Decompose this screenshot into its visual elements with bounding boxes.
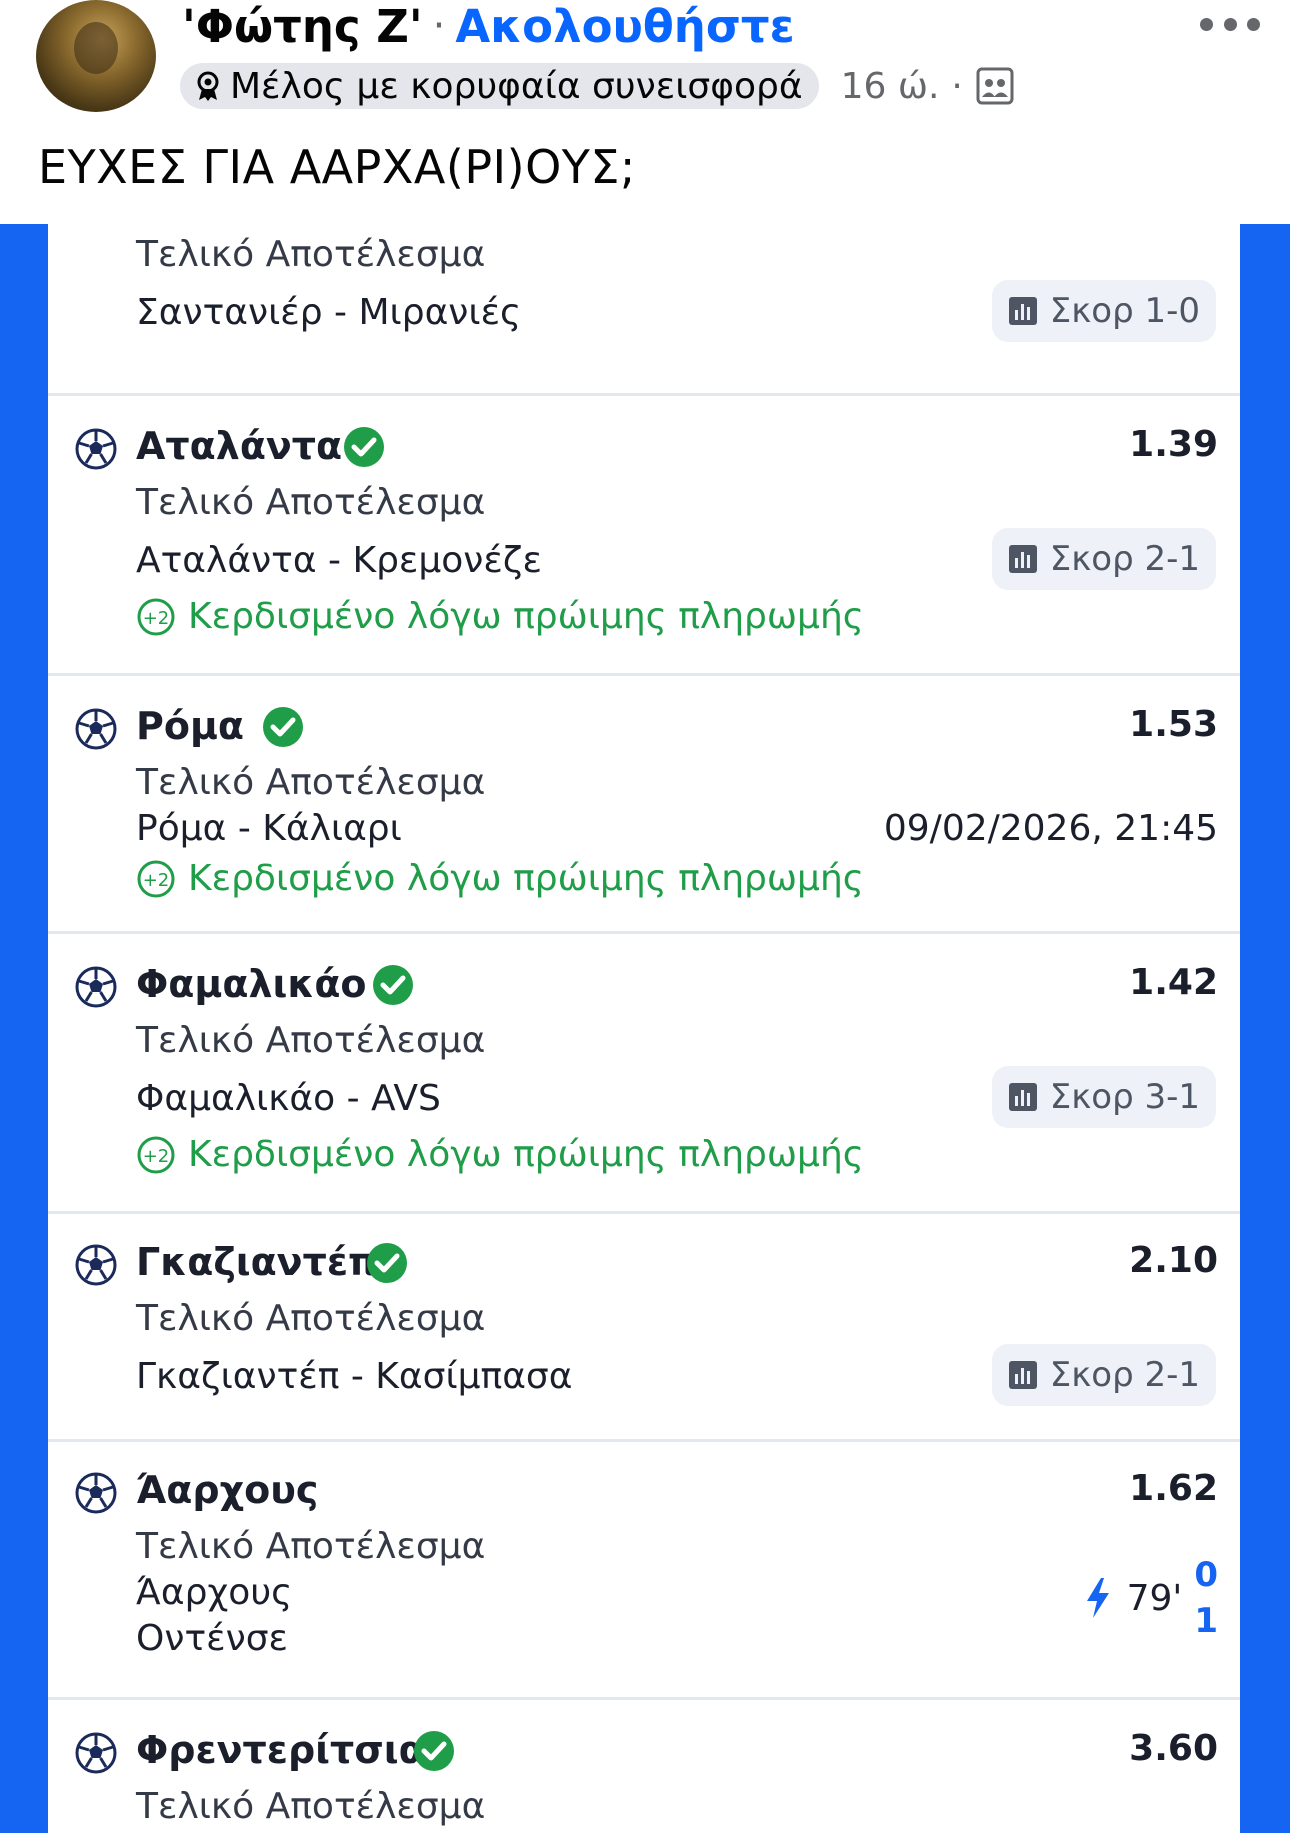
away-score: 1: [1194, 1601, 1218, 1641]
bet-market: Τελικό Αποτέλεσμα: [136, 482, 486, 523]
group-audience-icon: [976, 67, 1014, 105]
early-payout-label: Κερδισμένο λόγω πρώιμης πληρωμής: [188, 1134, 864, 1175]
score-label: Σκορ 1-0: [1049, 291, 1200, 331]
bet-match: Σαντανιέρ - Μιρανιές: [136, 292, 522, 333]
live-minute: 79': [1126, 1577, 1183, 1619]
won-check-icon: [414, 1731, 454, 1771]
post-header: 'Φώτης Ζ' · Ακολουθήστε Μέλος με κορυφαί…: [0, 0, 1290, 224]
live-status: 79' 0 1: [1085, 1552, 1218, 1644]
bet-row-live[interactable]: Άαρχους 1.62 Τελικό Αποτέλεσμα Άαρχους Ο…: [48, 1442, 1240, 1700]
bet-odds: 1.62: [1129, 1468, 1218, 1509]
bet-market: Τελικό Αποτέλεσμα: [136, 1298, 486, 1339]
svg-text:+2: +2: [143, 870, 170, 891]
stats-chart-icon: [1008, 545, 1037, 573]
home-team: Άαρχους: [136, 1572, 293, 1613]
bet-row[interactable]: Αταλάντα 1.39 Τελικό Αποτέλεσμα Αταλάντα…: [48, 396, 1240, 676]
football-icon: [75, 1732, 117, 1774]
separator-dot: ·: [432, 3, 446, 49]
svg-text:+2: +2: [143, 608, 170, 629]
bet-match: Αταλάντα - Κρεμονέζε: [136, 540, 542, 581]
football-icon: [75, 1244, 117, 1286]
bet-market: Τελικό Αποτέλεσμα: [136, 762, 486, 803]
meta-separator-dot: ·: [951, 65, 963, 107]
bet-odds: 2.10: [1129, 1240, 1218, 1281]
won-check-icon: [344, 427, 384, 467]
score-pill[interactable]: Σκορ 2-1: [991, 528, 1216, 590]
bet-row[interactable]: Ρόμα 1.53 Τελικό Αποτέλεσμα Ρόμα - Κάλια…: [48, 676, 1240, 934]
team-name: Ρόμα: [136, 704, 245, 748]
bet-market: Τελικό Αποτέλεσμα: [136, 1526, 486, 1567]
early-payout-label: Κερδισμένο λόγω πρώιμης πληρωμής: [188, 858, 864, 899]
score-label: Σκορ 2-1: [1049, 539, 1200, 579]
plus-two-goals-icon: +2: [137, 1136, 175, 1173]
score-label: Σκορ 2-1: [1049, 1355, 1200, 1395]
badge-label: Μέλος με κορυφαία συνεισφορά: [230, 65, 803, 107]
team-name: Φαμαλικάο: [136, 962, 367, 1006]
contributor-medal-icon: [197, 71, 219, 101]
early-payout-note: +2 Κερδισμένο λόγω πρώιμης πληρωμής: [136, 858, 864, 899]
bet-match: Ρόμα - Κάλιαρι: [136, 808, 402, 849]
author-name[interactable]: 'Φώτης Ζ': [182, 0, 423, 53]
score-pill[interactable]: Σκορ 3-1: [991, 1066, 1216, 1128]
won-check-icon: [373, 965, 413, 1005]
away-team: Οντένσε: [136, 1618, 288, 1659]
author-line: 'Φώτης Ζ' · Ακολουθήστε: [182, 0, 795, 53]
plus-two-goals-icon: +2: [137, 860, 175, 897]
stats-chart-icon: [1008, 1083, 1037, 1111]
bet-odds: 1.53: [1129, 704, 1218, 745]
bet-row-top-partial: Τελικό Αποτέλεσμα Σαντανιέρ - Μιρανιές Σ…: [48, 224, 1240, 396]
bet-row[interactable]: Φρεντερίτσια 3.60 Τελικό Αποτέλεσμα: [48, 1700, 1240, 1833]
won-check-icon: [263, 707, 303, 747]
early-payout-note: +2 Κερδισμένο λόγω πρώιμης πληρωμής: [136, 596, 864, 637]
bet-market: Τελικό Αποτέλεσμα: [136, 1786, 486, 1827]
bet-match: Γκαζιαντέπ - Κασίμπασα: [136, 1356, 573, 1397]
svg-text:+2: +2: [143, 1146, 170, 1167]
bet-odds: 1.39: [1129, 424, 1218, 465]
home-score: 0: [1194, 1555, 1218, 1595]
bet-slip-image[interactable]: Τελικό Αποτέλεσμα Σαντανιέρ - Μιρανιές Σ…: [0, 224, 1290, 1833]
stats-chart-icon: [1008, 1361, 1037, 1389]
post-meta: Μέλος με κορυφαία συνεισφορά 16 ώ. ·: [180, 62, 1015, 110]
early-payout-label: Κερδισμένο λόγω πρώιμης πληρωμής: [188, 596, 864, 637]
post-time[interactable]: 16 ώ.: [841, 66, 940, 107]
early-payout-note: +2 Κερδισμένο λόγω πρώιμης πληρωμής: [136, 1134, 864, 1175]
follow-button[interactable]: Ακολουθήστε: [455, 0, 794, 53]
bet-odds: 3.60: [1129, 1728, 1218, 1769]
football-icon: [75, 428, 117, 470]
plus-two-goals-icon: +2: [137, 598, 175, 635]
bet-row[interactable]: Φαμαλικάο 1.42 Τελικό Αποτέλεσμα Φαμαλικ…: [48, 934, 1240, 1214]
bet-market: Τελικό Αποτέλεσμα: [136, 1020, 486, 1061]
score-label: Σκορ 3-1: [1049, 1077, 1200, 1117]
football-icon: [75, 966, 117, 1008]
team-name: Φρεντερίτσια: [136, 1728, 425, 1772]
more-options-icon[interactable]: [1200, 10, 1260, 38]
won-check-icon: [367, 1243, 407, 1283]
live-scores: 0 1: [1194, 1552, 1218, 1644]
bet-market: Τελικό Αποτέλεσμα: [136, 234, 486, 275]
score-pill[interactable]: Σκορ 2-1: [991, 1344, 1216, 1406]
match-datetime: 09/02/2026, 21:45: [883, 808, 1218, 849]
bet-match: Φαμαλικάο - AVS: [136, 1078, 441, 1119]
team-name: Αταλάντα: [136, 424, 343, 468]
bet-slip-panel: Τελικό Αποτέλεσμα Σαντανιέρ - Μιρανιές Σ…: [48, 224, 1240, 1833]
top-contributor-badge[interactable]: Μέλος με κορυφαία συνεισφορά: [180, 63, 819, 109]
stats-chart-icon: [1008, 297, 1037, 325]
lightning-live-icon: [1086, 1578, 1109, 1618]
team-name: Άαρχους: [136, 1468, 319, 1512]
football-icon: [75, 708, 117, 750]
post-text: ΕΥΧΕΣ ΓΙΑ ΑΑΡΧΑ(ΡΙ)ΟΥΣ;: [38, 140, 636, 194]
team-name: Γκαζιαντέπ: [136, 1240, 379, 1284]
score-pill[interactable]: Σκορ 1-0: [991, 280, 1216, 342]
football-icon: [75, 1472, 117, 1514]
author-avatar[interactable]: [36, 0, 156, 112]
bet-row[interactable]: Γκαζιαντέπ 2.10 Τελικό Αποτέλεσμα Γκαζια…: [48, 1214, 1240, 1442]
bet-odds: 1.42: [1129, 962, 1218, 1003]
